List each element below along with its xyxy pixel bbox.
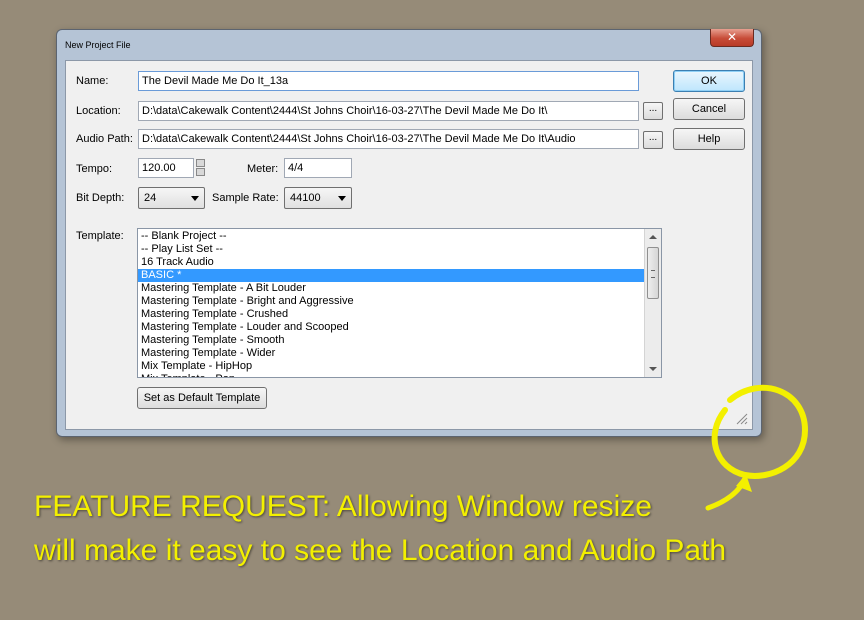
cancel-button[interactable]: Cancel — [673, 98, 745, 120]
dialog-body: Name: The Devil Made Me Do It_13a Locati… — [65, 60, 753, 430]
tempo-spinner[interactable] — [196, 159, 205, 177]
bit-depth-value: 24 — [144, 192, 157, 204]
template-list-item[interactable]: Mastering Template - Louder and Scooped — [138, 321, 661, 334]
new-project-dialog: New Project File ✕ Name: The Devil Made … — [56, 29, 762, 437]
template-list-item[interactable]: BASIC * — [138, 269, 661, 282]
template-list-item[interactable]: Mastering Template - A Bit Louder — [138, 282, 661, 295]
ok-button[interactable]: OK — [673, 70, 745, 92]
template-list-item[interactable]: Mastering Template - Bright and Aggressi… — [138, 295, 661, 308]
spin-down-icon[interactable] — [196, 168, 205, 176]
location-label: Location: — [76, 105, 121, 117]
audio-path-input[interactable]: D:\data\Cakewalk Content\2444\St Johns C… — [138, 129, 639, 149]
template-list[interactable]: -- Blank Project -- -- Play List Set -- 16… — [137, 228, 662, 378]
sample-rate-value: 44100 — [290, 192, 321, 204]
feature-request-line2: will make it easy to see the Location an… — [34, 534, 727, 567]
chevron-down-icon — [191, 196, 199, 201]
scroll-up-icon[interactable] — [649, 235, 657, 239]
scroll-down-icon[interactable] — [649, 367, 657, 371]
template-list-item[interactable]: -- Play List Set -- — [138, 243, 661, 256]
template-list-item[interactable]: Mastering Template - Crushed — [138, 308, 661, 321]
template-list-item[interactable]: 16 Track Audio — [138, 256, 661, 269]
name-input[interactable]: The Devil Made Me Do It_13a — [138, 71, 639, 91]
scroll-thumb[interactable] — [647, 247, 659, 299]
meter-input[interactable]: 4/4 — [284, 158, 352, 178]
template-list-item[interactable]: Mastering Template - Wider — [138, 347, 661, 360]
audio-path-browse-button[interactable]: ... — [643, 131, 663, 149]
template-list-item[interactable]: -- Blank Project -- — [138, 230, 661, 243]
title-bar[interactable]: New Project File ✕ — [57, 29, 761, 60]
bit-depth-select[interactable]: 24 — [138, 187, 205, 209]
template-list-item[interactable]: Mastering Template - Smooth — [138, 334, 661, 347]
set-default-template-button[interactable]: Set as Default Template — [137, 387, 267, 409]
annotation-circle-arrow — [705, 384, 809, 511]
template-list-item[interactable]: Mix Template - HipHop — [138, 360, 661, 373]
meter-label: Meter: — [247, 163, 279, 175]
chevron-down-icon — [338, 196, 346, 201]
spin-up-icon[interactable] — [196, 159, 205, 167]
name-label: Name: — [76, 75, 109, 87]
close-button[interactable]: ✕ — [710, 29, 754, 47]
location-browse-button[interactable]: ... — [643, 102, 663, 120]
help-button[interactable]: Help — [673, 128, 745, 150]
template-list-item[interactable]: Mix Template - Pop — [138, 373, 661, 377]
feature-request-line1: FEATURE REQUEST: Allowing Window resize — [34, 490, 652, 523]
sample-rate-select[interactable]: 44100 — [284, 187, 352, 209]
bit-depth-label: Bit Depth: — [76, 192, 125, 204]
sample-rate-label: Sample Rate: — [212, 192, 279, 204]
template-scrollbar[interactable] — [644, 229, 661, 377]
dialog-title: New Project File — [65, 40, 131, 50]
tempo-label: Tempo: — [76, 163, 113, 175]
location-input[interactable]: D:\data\Cakewalk Content\2444\St Johns C… — [138, 101, 639, 121]
tempo-input[interactable]: 120.00 — [138, 158, 194, 178]
template-label: Template: — [76, 230, 124, 242]
audio-path-label: Audio Path: — [76, 133, 133, 145]
